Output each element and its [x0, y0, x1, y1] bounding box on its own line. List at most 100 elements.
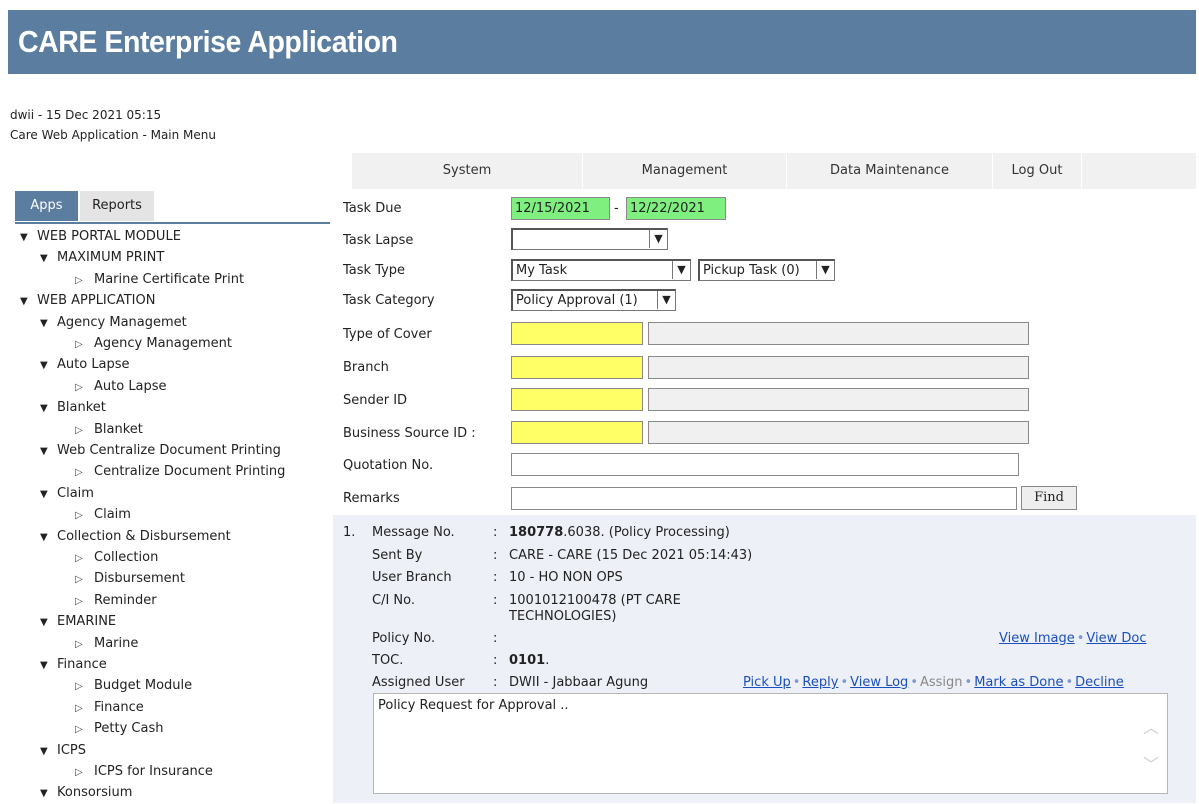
- tree-leaf-item[interactable]: ▷ Budget Module: [75, 676, 192, 696]
- tree-item-label: Auto Lapse: [57, 357, 130, 373]
- business-source-input[interactable]: [511, 421, 643, 444]
- tab-reports[interactable]: Reports: [80, 191, 154, 221]
- expand-caret-icon: ▼: [40, 788, 48, 800]
- leaf-arrow-icon: ▷: [75, 381, 83, 393]
- quotation-input[interactable]: [511, 453, 1019, 476]
- user-branch-value: 10 - HO NON OPS: [509, 570, 623, 585]
- leaf-arrow-icon: ▷: [75, 424, 83, 436]
- tree-leaf-item[interactable]: ▷ Claim: [75, 505, 131, 525]
- main-menu: System Management Data Maintenance Log O…: [352, 153, 1196, 189]
- business-source-label: Business Source ID :: [343, 426, 476, 441]
- tree-leaf-item[interactable]: ▷ Petty Cash: [75, 719, 163, 739]
- tree-leaf-item[interactable]: ▷ Centralize Document Printing: [75, 462, 285, 482]
- tree-folder-item[interactable]: ▼ Claim: [40, 484, 94, 504]
- expand-caret-icon: ▼: [40, 531, 48, 543]
- tree-leaf-item[interactable]: ▷ ICPS for Insurance: [75, 762, 213, 782]
- menu-system[interactable]: System: [352, 153, 583, 189]
- task-due-from-input[interactable]: 12/15/2021: [511, 197, 610, 220]
- assigned-user-colon: :: [493, 675, 498, 690]
- quotation-label: Quotation No.: [343, 458, 434, 473]
- tree-folder-item[interactable]: ▼ Blanket: [40, 398, 106, 418]
- view-image-link[interactable]: View Image: [999, 631, 1075, 646]
- type-of-cover-code-input[interactable]: [511, 322, 643, 345]
- expand-caret-icon: ▼: [40, 403, 48, 415]
- reply-link[interactable]: Reply: [802, 675, 838, 690]
- pick-up-link[interactable]: Pick Up: [743, 675, 791, 690]
- tree-folder-item[interactable]: ▼ Finance: [40, 655, 107, 675]
- tree-leaf-item[interactable]: ▷ Auto Lapse: [75, 377, 167, 397]
- task-lapse-select[interactable]: ▼: [511, 228, 668, 250]
- toc-label: TOC.: [372, 653, 404, 668]
- scroll-down-icon[interactable]: ﹀: [1143, 751, 1159, 775]
- tree-item-label: Agency Managemet: [57, 314, 187, 330]
- task-due-to-input[interactable]: 12/22/2021: [626, 197, 726, 220]
- branch-code-input[interactable]: [511, 356, 643, 379]
- message-actions: Pick Up • Reply • View Log • Assign • Mark as Do…: [743, 675, 1124, 690]
- task-category-select[interactable]: Policy Approval (1) ▼: [511, 289, 676, 311]
- task-type-select[interactable]: My Task ▼: [511, 259, 691, 281]
- tree-item-label: Claim: [94, 507, 131, 523]
- tree-leaf-item[interactable]: ▷ Reminder: [75, 591, 157, 611]
- toc-colon: :: [493, 653, 498, 668]
- tree-folder-item[interactable]: ▼ Konsorsium: [40, 783, 132, 803]
- scroll-up-icon[interactable]: ︿: [1143, 714, 1159, 738]
- mark-as-done-link[interactable]: Mark as Done: [974, 675, 1063, 690]
- branch-desc-field: [648, 356, 1029, 379]
- tree-leaf-item[interactable]: ▷ Marine Certificate Print: [75, 270, 244, 290]
- tree-leaf-item[interactable]: ▷ Disbursement: [75, 569, 185, 589]
- leaf-arrow-icon: ▷: [75, 595, 83, 607]
- tab-apps[interactable]: Apps: [15, 191, 78, 221]
- tree-folder-item[interactable]: ▼ WEB PORTAL MODULE: [20, 227, 181, 247]
- expand-caret-icon: ▼: [40, 360, 48, 372]
- tree-folder-item[interactable]: ▼ Agency Managemet: [40, 313, 187, 333]
- tree-folder-item[interactable]: ▼ Web Centralize Document Printing: [40, 441, 281, 461]
- tree-leaf-item[interactable]: ▷ Agency Management: [75, 334, 232, 354]
- tree-item-label: Budget Module: [94, 678, 193, 694]
- tree-folder-item[interactable]: ▼ Auto Lapse: [40, 355, 130, 375]
- tree-folder-item[interactable]: ▼ ICPS: [40, 741, 86, 761]
- separator-dot: •: [1076, 631, 1085, 646]
- tree-item-label: Agency Management: [94, 336, 232, 351]
- remarks-label: Remarks: [343, 491, 400, 506]
- tree-folder-item[interactable]: ▼ Collection & Disbursement: [40, 527, 231, 547]
- tree-leaf-item[interactable]: ▷ Finance: [75, 698, 144, 718]
- task-lapse-label: Task Lapse: [343, 233, 414, 248]
- chevron-down-icon: ▼: [657, 291, 675, 309]
- separator-dot: •: [1065, 675, 1074, 690]
- view-log-link[interactable]: View Log: [850, 675, 908, 690]
- pickup-task-select[interactable]: Pickup Task (0) ▼: [698, 259, 835, 281]
- menu-data-maintenance[interactable]: Data Maintenance: [787, 153, 993, 189]
- tree-item-label: Auto Lapse: [94, 378, 167, 394]
- decline-link[interactable]: Decline: [1075, 675, 1124, 690]
- ci-no-value-line2: TECHNOLOGIES): [509, 609, 617, 624]
- remarks-input[interactable]: [511, 487, 1017, 510]
- menu-log-out[interactable]: Log Out: [993, 153, 1082, 189]
- tree-folder-item[interactable]: ▼ MAXIMUM PRINT: [40, 248, 164, 268]
- task-type-value: My Task: [516, 263, 568, 278]
- sent-by-colon: :: [493, 548, 498, 563]
- tree-leaf-item[interactable]: ▷ Blanket: [75, 420, 143, 440]
- tree-leaf-item[interactable]: ▷ Collection: [75, 548, 158, 568]
- task-type-label: Task Type: [343, 263, 406, 278]
- tree-item-label: ICPS: [57, 742, 87, 758]
- menu-management[interactable]: Management: [583, 153, 787, 189]
- tree-item-label: Blanket: [57, 400, 106, 416]
- leaf-arrow-icon: ▷: [75, 467, 83, 479]
- view-doc-link[interactable]: View Doc: [1086, 631, 1146, 646]
- sent-by-label: Sent By: [372, 548, 423, 563]
- tree-item-label: Petty Cash: [94, 721, 164, 737]
- message-body-textarea[interactable]: Policy Request for Approval .. ︿ ﹀: [373, 693, 1168, 794]
- expand-caret-icon: ▼: [40, 745, 48, 757]
- sidebar: Apps Reports ▼ WEB PORTAL MODULE ▼ MAXIMUM …: [10, 189, 330, 803]
- find-button[interactable]: Find: [1021, 486, 1077, 510]
- ci-no-value-line1: 1001012100478 (PT CARE: [509, 593, 681, 608]
- tree-leaf-item[interactable]: ▷ Marine: [75, 634, 138, 654]
- tree-folder-item[interactable]: ▼ EMARINE: [40, 612, 116, 632]
- tree-item-label: WEB APPLICATION: [37, 293, 156, 309]
- tree-folder-item[interactable]: ▼ WEB APPLICATION: [20, 291, 155, 311]
- task-due-label: Task Due: [343, 201, 402, 216]
- sender-id-input[interactable]: [511, 388, 643, 411]
- expand-caret-icon: ▼: [40, 446, 48, 457]
- view-links: View Image • View Doc: [999, 631, 1146, 646]
- toc-value: 0101.: [509, 653, 549, 668]
